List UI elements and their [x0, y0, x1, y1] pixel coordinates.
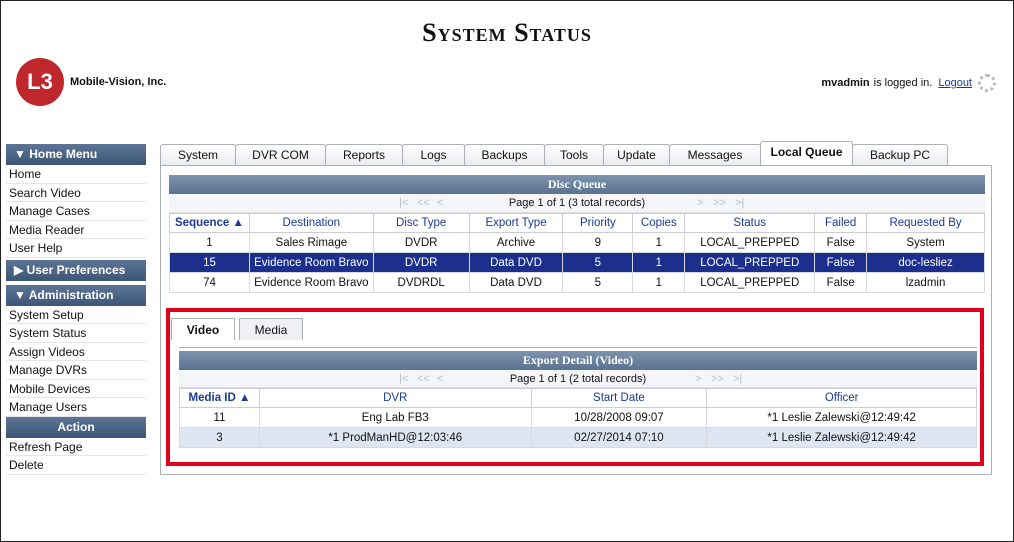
disc-queue-title: Disc Queue [169, 175, 985, 194]
disc-queue-pager: |< << < Page 1 of 1 (3 total records) > … [169, 194, 985, 213]
cell-export-type: Data DVD [468, 252, 564, 273]
sidebar-item-system-setup[interactable]: System Setup [6, 306, 146, 324]
col-requested-by[interactable]: Requested By [866, 213, 985, 233]
logout-link[interactable]: Logout [938, 77, 972, 89]
last-page-icon[interactable]: >| [735, 197, 744, 209]
tab-system[interactable]: System [160, 144, 236, 166]
logged-in-text: is logged in. [873, 77, 933, 89]
table-row-selected[interactable]: 15 Evidence Room Bravo DVDR Data DVD 5 1… [169, 252, 985, 273]
main-tabs: System DVR COM Reports Logs Backups Tool… [160, 141, 948, 166]
disc-queue-table: Sequence ▲ Destination Disc Type Export … [169, 213, 985, 293]
tab-dvr-com[interactable]: DVR COM [235, 144, 326, 166]
cell-export-type: Archive [468, 232, 564, 253]
tab-local-queue[interactable]: Local Queue [760, 141, 853, 166]
cell-copies: 1 [632, 272, 686, 293]
col-priority[interactable]: Priority [562, 213, 634, 233]
action-header: Action [6, 416, 146, 438]
l3-logo-icon: L3 [16, 58, 64, 106]
table-row[interactable]: 1 Sales Rimage DVDR Archive 9 1 LOCAL_PR… [169, 232, 985, 253]
sidebar-item-system-status[interactable]: System Status [6, 324, 146, 343]
cell-priority: 9 [562, 232, 634, 253]
col-sequence[interactable]: Sequence ▲ [169, 213, 250, 233]
cell-disc-type: DVDR [372, 232, 470, 253]
sidebar-item-search-video[interactable]: Search Video [6, 184, 146, 202]
administration-header[interactable]: ▼ Administration [6, 284, 146, 306]
home-menu-header[interactable]: ▼ Home Menu [6, 144, 146, 165]
cell-failed: False [814, 252, 868, 273]
tab-backups[interactable]: Backups [464, 144, 545, 166]
cell-status: LOCAL_PREPPED [684, 272, 816, 293]
login-status: mvadmin is logged in. Logout [821, 74, 996, 92]
cell-sequence: 15 [169, 252, 250, 273]
table-row[interactable]: 74 Evidence Room Bravo DVDRDL Data DVD 5… [169, 272, 985, 293]
sidebar-item-media-reader[interactable]: Media Reader [6, 221, 146, 239]
sidebar-item-manage-cases[interactable]: Manage Cases [6, 202, 146, 221]
cell-requested-by: doc-lesliez [866, 252, 985, 273]
cell-disc-type: DVDR [372, 252, 470, 273]
cell-status: LOCAL_PREPPED [684, 232, 816, 253]
cell-disc-type: DVDRDL [372, 272, 470, 293]
disc-queue-table-container: Disc Queue |< << < Page 1 of 1 (3 total … [169, 175, 985, 293]
cell-destination: Evidence Room Bravo [248, 252, 374, 273]
cell-destination: Sales Rimage [248, 232, 374, 253]
tab-update[interactable]: Update [603, 144, 670, 166]
col-export-type[interactable]: Export Type [468, 213, 564, 233]
prev-10-pages-icon[interactable]: << [417, 197, 430, 209]
cell-destination: Evidence Room Bravo [248, 272, 374, 293]
company-name: Mobile-Vision, Inc. [70, 76, 167, 88]
sidebar-item-manage-dvrs[interactable]: Manage DVRs [6, 361, 146, 380]
tab-tools[interactable]: Tools [544, 144, 604, 166]
highlight-box [166, 308, 984, 466]
cell-priority: 5 [562, 272, 634, 293]
cell-priority: 5 [562, 252, 634, 273]
cell-status: LOCAL_PREPPED [684, 252, 816, 273]
cell-failed: False [814, 272, 868, 293]
next-10-pages-icon[interactable]: >> [713, 197, 726, 209]
sidebar-item-user-help[interactable]: User Help [6, 239, 146, 258]
tab-backup-pc[interactable]: Backup PC [852, 144, 948, 166]
company-logo: L3 Mobile-Vision, Inc. [16, 58, 166, 106]
cell-failed: False [814, 232, 868, 253]
cell-sequence: 74 [169, 272, 250, 293]
sidebar-item-refresh-page[interactable]: Refresh Page [6, 438, 146, 456]
col-failed[interactable]: Failed [814, 213, 868, 233]
prev-page-icon[interactable]: < [437, 197, 443, 209]
cell-requested-by: lzadmin [866, 272, 985, 293]
next-page-icon[interactable]: > [697, 197, 703, 209]
first-page-icon[interactable]: |< [399, 197, 408, 209]
user-preferences-header[interactable]: ▶ User Preferences [6, 259, 146, 281]
tab-reports[interactable]: Reports [325, 144, 403, 166]
tab-logs[interactable]: Logs [402, 144, 465, 166]
sidebar: ▼ Home Menu Home Search Video Manage Cas… [6, 144, 146, 475]
loading-spinner-icon [978, 74, 996, 92]
cell-copies: 1 [632, 252, 686, 273]
username: mvadmin [821, 77, 870, 89]
col-disc-type[interactable]: Disc Type [372, 213, 470, 233]
col-status[interactable]: Status [684, 213, 816, 233]
col-destination[interactable]: Destination [248, 213, 374, 233]
sidebar-item-assign-videos[interactable]: Assign Videos [6, 343, 146, 361]
cell-copies: 1 [632, 232, 686, 253]
sidebar-item-home[interactable]: Home [6, 165, 146, 184]
cell-export-type: Data DVD [468, 272, 564, 293]
sidebar-item-delete[interactable]: Delete [6, 456, 146, 475]
sidebar-item-mobile-devices[interactable]: Mobile Devices [6, 380, 146, 398]
tab-messages[interactable]: Messages [669, 144, 761, 166]
col-copies[interactable]: Copies [632, 213, 686, 233]
page-title: System Status [422, 18, 592, 47]
sidebar-item-manage-users[interactable]: Manage Users [6, 398, 146, 417]
cell-requested-by: System [866, 232, 985, 253]
cell-sequence: 1 [169, 232, 250, 253]
pager-text: Page 1 of 1 (3 total records) [508, 197, 646, 209]
